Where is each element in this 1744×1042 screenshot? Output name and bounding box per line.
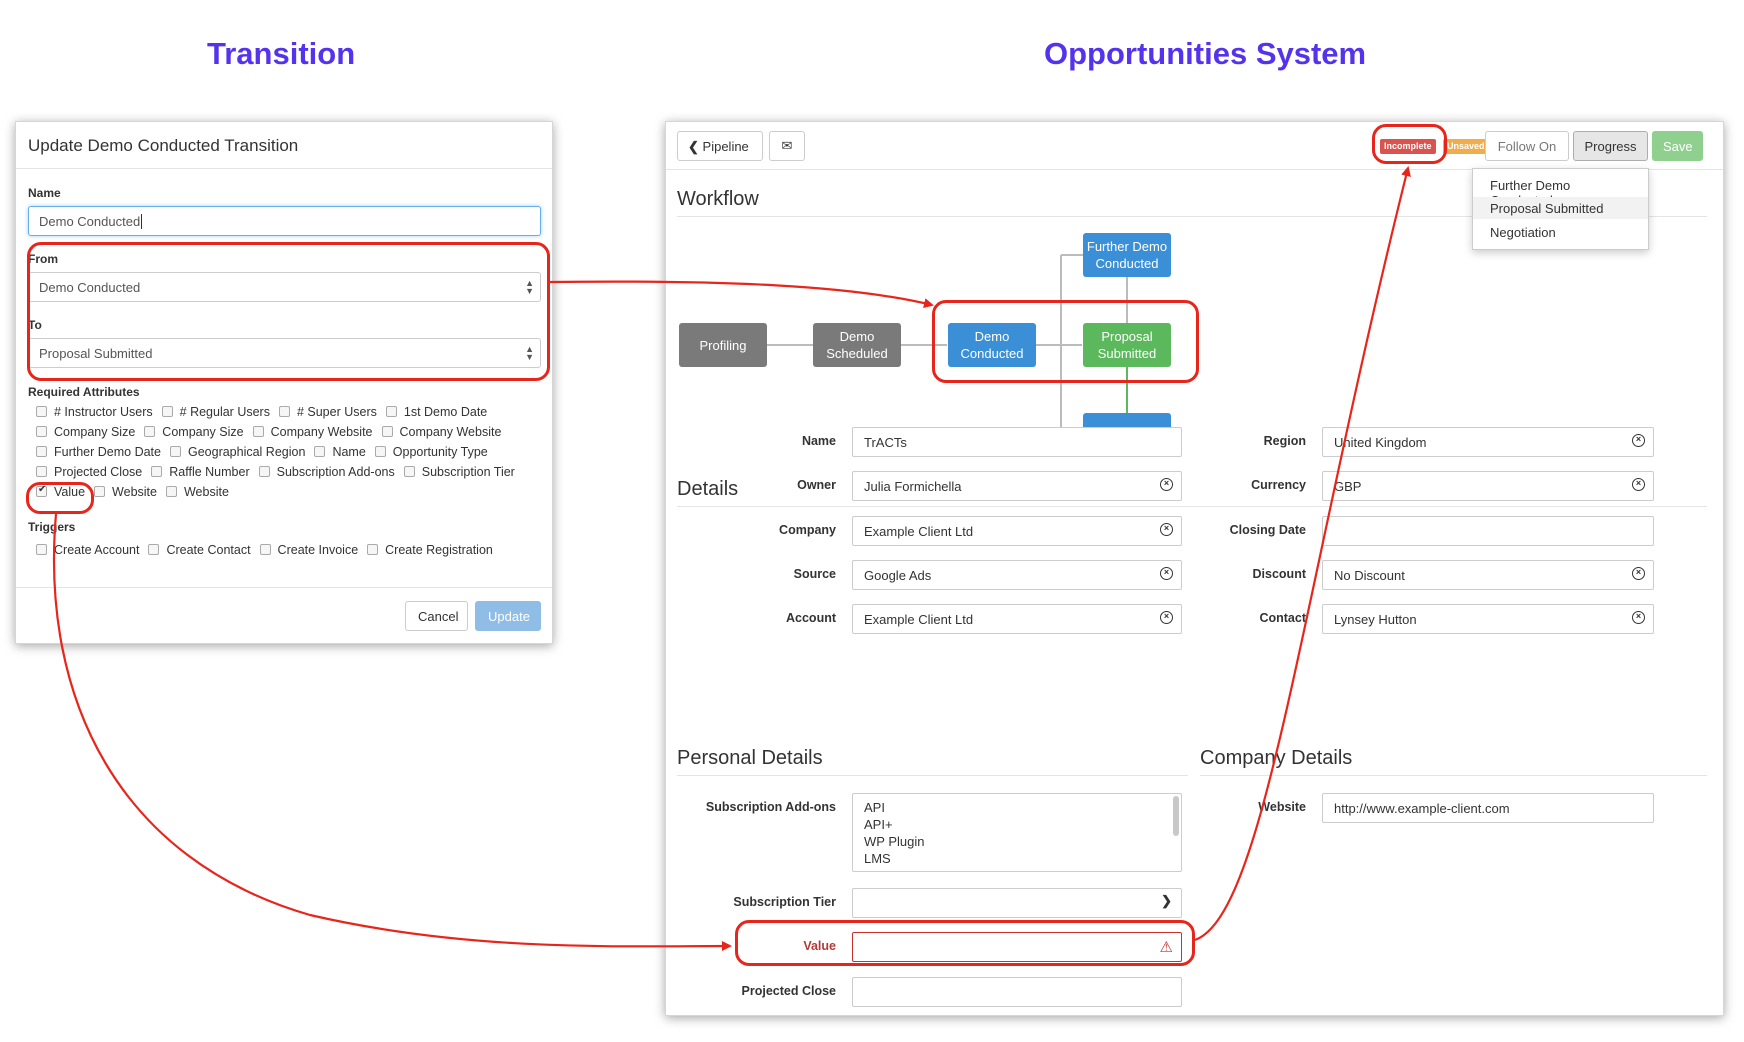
annotation-arrows	[52, 166, 1411, 952]
